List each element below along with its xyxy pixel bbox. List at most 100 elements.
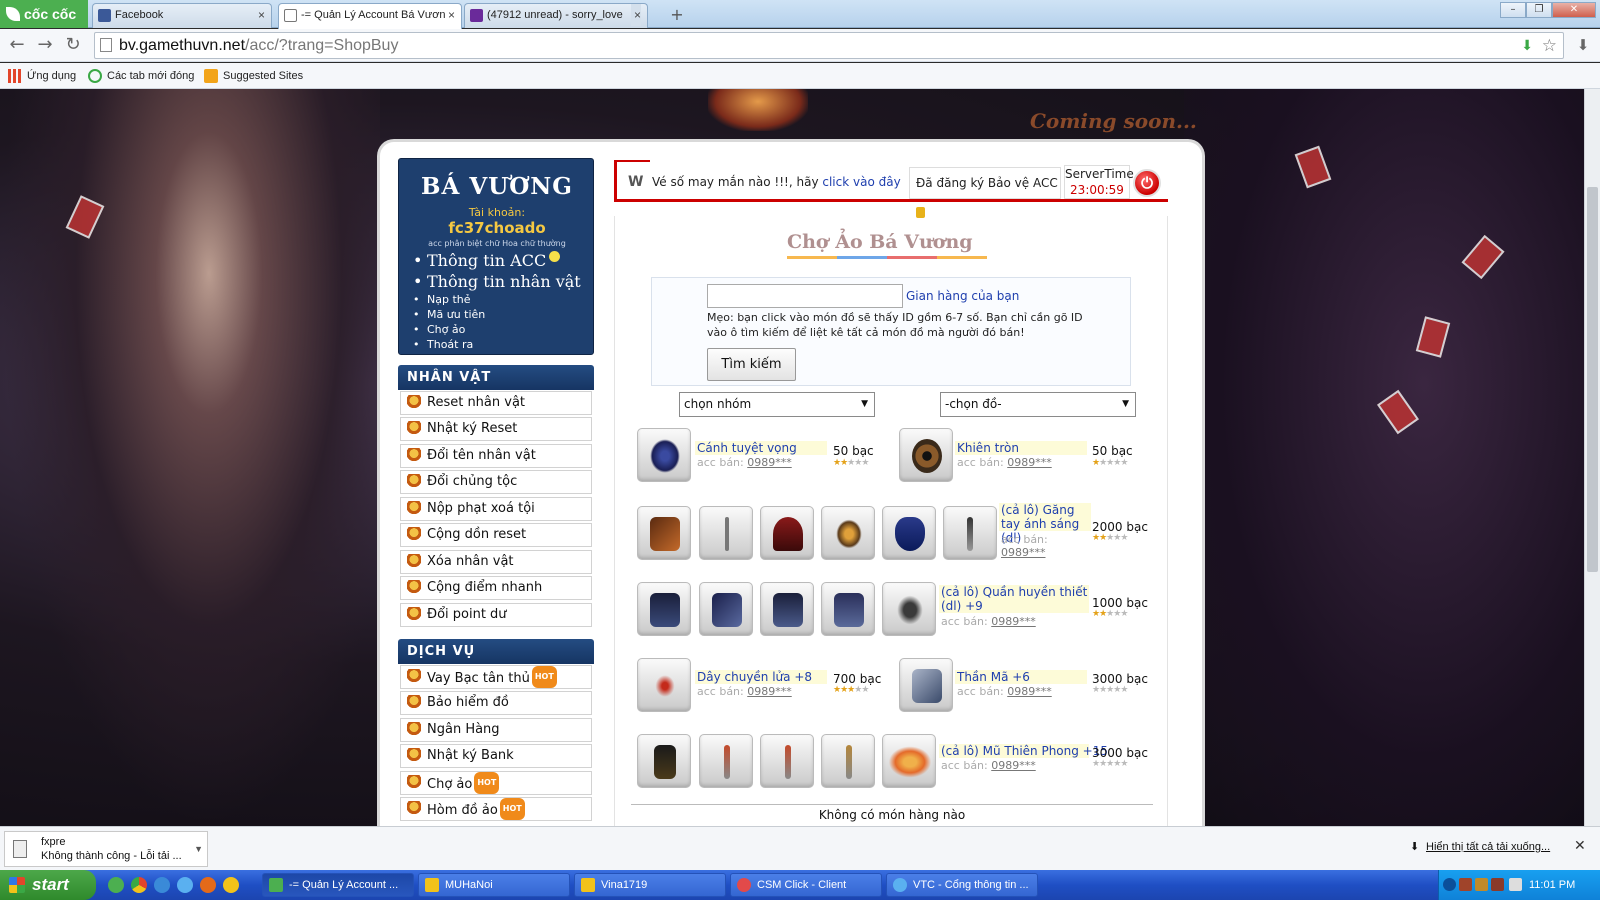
tray-app-icon[interactable] [1475,878,1488,891]
seller-id[interactable]: 0989*** [991,759,1036,772]
seller-id[interactable]: 0989*** [1007,456,1052,469]
forward-icon[interactable]: → [34,35,56,57]
coccoc-quicklaunch-icon[interactable] [108,877,124,893]
back-icon[interactable]: ← [6,35,28,57]
window-close-button[interactable]: ✕ [1552,2,1596,18]
close-icon[interactable]: × [444,4,455,26]
maximize-button[interactable]: ❐ [1526,2,1552,18]
listing-name[interactable]: Khiên tròn [957,441,1019,455]
item-icon-boots[interactable] [821,582,875,636]
ie-quicklaunch-icon[interactable] [154,877,170,893]
account-menu-item-acc-info[interactable]: Thông tin ACC [413,250,581,271]
sidebar-item-bank[interactable]: Ngân Hàng [400,718,592,742]
chrome-quicklaunch-icon[interactable] [131,877,147,893]
item-icon-mace[interactable] [760,734,814,788]
sidebar-item-bank-log[interactable]: Nhật ký Bank [400,744,592,768]
download-icon[interactable]: ⬇ [1572,35,1594,57]
item-icon-phoenix-wings[interactable] [882,734,936,788]
sidebar-item-item-insurance[interactable]: Bảo hiểm đồ [400,691,592,715]
minimize-button[interactable]: – [1500,2,1526,18]
reload-icon[interactable]: ↻ [62,35,84,57]
my-shop-link[interactable]: Gian hàng của bạn [906,289,1019,303]
item-icon-horse[interactable] [899,658,953,712]
listing-name[interactable]: Thần Mã +6 [957,670,1030,684]
account-menu-item-market[interactable]: Chợ ảo [413,322,581,337]
tray-app-icon[interactable] [1459,878,1472,891]
bookmark-recent-tabs[interactable]: Các tab mới đóng [88,68,194,84]
item-icon-glove[interactable] [637,506,691,560]
item-icon-staff[interactable] [699,506,753,560]
listing-name[interactable]: Cánh tuyệt vọng [697,441,797,455]
bookmark-apps[interactable]: Ứng dụng [8,68,76,84]
seller-id[interactable]: 0989*** [991,615,1036,628]
account-menu-item-topup[interactable]: Nạp thẻ [413,292,581,307]
sidebar-item-accumulate-reset[interactable]: Cộng dồn reset [400,523,592,547]
search-button[interactable]: Tìm kiếm [707,348,796,381]
seller-id[interactable]: 0989*** [747,685,792,698]
scrollbar-thumb[interactable] [1587,187,1598,572]
sidebar-item-exchange-points[interactable]: Đổi point dư [400,603,592,627]
seller-id[interactable]: 0989*** [1001,546,1046,559]
address-bar[interactable]: bv.gamethuvn.net/acc/?trang=ShopBuy ⬇ ☆ [94,32,1564,59]
vertical-scrollbar[interactable] [1584,89,1600,826]
sidebar-item-virtual-chest[interactable]: Hòm đồ ảo HOT [400,797,592,821]
item-icon-mace[interactable] [699,734,753,788]
firefox-quicklaunch-icon[interactable] [200,877,216,893]
search-input[interactable] [707,284,903,308]
sidebar-item-delete-character[interactable]: Xóa nhân vật [400,550,592,574]
chevron-down-icon[interactable]: ▼ [194,842,203,856]
download-item[interactable]: fxpre Không thành công - Lỗi tải ... ▼ [4,831,208,867]
logout-power-button[interactable]: ⏻ [1133,169,1161,197]
star-icon[interactable]: ☆ [1542,33,1557,58]
tab-account-manager[interactable]: -= Quản Lý Account Bá Vươn × [278,3,462,29]
seller-id[interactable]: 0989*** [1007,685,1052,698]
item-icon-pants[interactable] [637,582,691,636]
ie-quicklaunch-icon[interactable] [177,877,193,893]
item-icon-scepter[interactable] [821,734,875,788]
account-menu-item-character-info[interactable]: Thông tin nhân vật [413,271,581,292]
account-menu-item-priority-code[interactable]: Mã ưu tiên [413,307,581,322]
taskbar-item-muhanoi[interactable]: MUHaNoi [418,873,570,897]
account-menu-item-logout[interactable]: Thoát ra [413,337,581,352]
tab-facebook[interactable]: Facebook × [92,3,272,28]
item-icon-wings[interactable] [637,428,691,482]
item-icon-shield[interactable] [899,428,953,482]
taskbar-item-account-manager[interactable]: -= Quản Lý Account ... [262,873,414,897]
close-download-shelf-button[interactable]: ✕ [1574,838,1586,854]
tray-arrow-icon[interactable] [1443,878,1456,891]
language-icon[interactable] [1509,878,1522,891]
item-icon-wing-small[interactable] [821,506,875,560]
item-icon-helmet[interactable] [637,734,691,788]
close-icon[interactable]: × [630,4,641,26]
sidebar-item-newbie-loan[interactable]: Vay Bạc tân thủ HOT [400,665,592,689]
taskbar-item-vina1719[interactable]: Vina1719 [574,873,726,897]
item-icon-gauntlet[interactable] [882,582,936,636]
lucky-ticket-link[interactable]: click vào đây [822,175,900,189]
show-all-downloads-link[interactable]: ⬇ Hiển thị tất cả tải xuống... [1410,841,1550,853]
sidebar-item-rename-character[interactable]: Đổi tên nhân vật [400,444,592,468]
item-icon-gloves[interactable] [699,582,753,636]
tab-mail[interactable]: (47912 unread) - sorry_love × [464,3,648,28]
item-icon-cape[interactable] [760,506,814,560]
sidebar-item-change-race[interactable]: Đổi chủng tộc [400,470,592,494]
bookmark-suggested-sites[interactable]: Suggested Sites [204,68,303,84]
sidebar-item-reset-log[interactable]: Nhật ký Reset [400,417,592,441]
sidebar-item-pay-fine[interactable]: Nộp phạt xoá tội [400,497,592,521]
start-button[interactable]: start [0,870,96,900]
sidebar-item-quick-points[interactable]: Cộng điểm nhanh [400,576,592,600]
sidebar-item-virtual-market[interactable]: Chợ ảo HOT [400,771,592,795]
item-icon-spear[interactable] [943,506,997,560]
item-select[interactable]: -chọn đồ- ▼ [940,392,1136,417]
browser-logo[interactable]: cốc cốc [0,0,88,28]
download-helper-icon[interactable]: ⬇ [1521,33,1533,58]
listing-name[interactable]: (cả lô) Mũ Thiên Phong +15 [941,744,1108,758]
taskbar-item-vtc-portal[interactable]: VTC - Cổng thông tin ... [886,873,1038,897]
seller-id[interactable]: 0989*** [747,456,792,469]
item-icon-necklace[interactable] [637,658,691,712]
group-select[interactable]: chọn nhóm ▼ [679,392,875,417]
taskbar-item-csm-client[interactable]: CSM Click - Client [730,873,882,897]
item-icon-emblem-shield[interactable] [882,506,936,560]
close-icon[interactable]: × [258,4,265,26]
listing-name[interactable]: Dây chuyền lửa +8 [697,670,812,684]
messenger-quicklaunch-icon[interactable] [223,877,239,893]
